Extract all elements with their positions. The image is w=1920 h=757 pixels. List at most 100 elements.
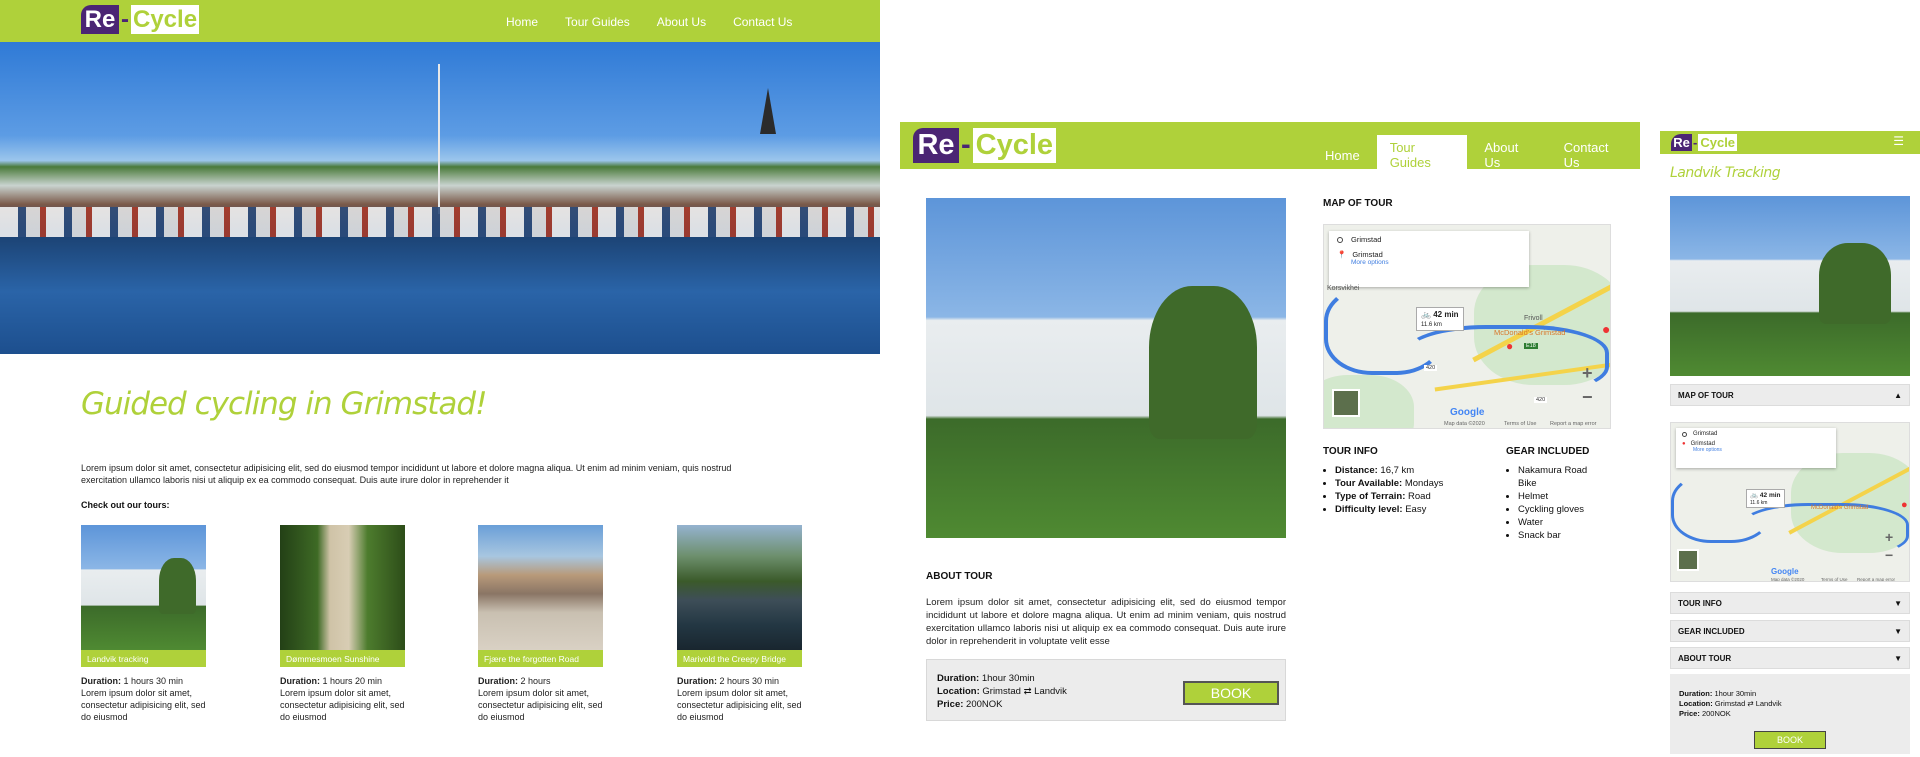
nav-menu: Home Tour Guides About Us Contact Us xyxy=(1312,135,1640,175)
logo-dash: - xyxy=(1693,134,1698,150)
more-options-link[interactable]: More options xyxy=(1351,259,1521,266)
logo-re: Re xyxy=(913,128,959,163)
tour-info-heading: TOUR INFO xyxy=(1323,446,1378,457)
mobile-nav: Re - Cycle ☰ xyxy=(1660,131,1920,154)
satellite-toggle[interactable] xyxy=(1332,389,1360,417)
tour-image[interactable] xyxy=(677,525,802,650)
tour-summary: Duration: 1 hours 30 min Lorem ipsum dol… xyxy=(81,675,206,723)
tour-image[interactable] xyxy=(280,525,405,650)
nav-contact-us[interactable]: Contact Us xyxy=(733,15,792,29)
tour-card[interactable]: Dømmesmoen Sunshine Duration: 1 hours 20… xyxy=(280,525,405,723)
tour-card[interactable]: Landvik tracking Duration: 1 hours 30 mi… xyxy=(81,525,206,723)
accordion-label: GEAR INCLUDED xyxy=(1678,627,1745,636)
tour-card[interactable]: Fjære the forgotten Road Duration: 2 hou… xyxy=(478,525,603,723)
page-title: Guided cycling in Grimstad! xyxy=(81,386,488,422)
tour-desc: Lorem ipsum dolor sit amet, consectetur … xyxy=(280,688,405,722)
terms-link[interactable]: Terms of Use xyxy=(1504,421,1536,427)
nav-home[interactable]: Home xyxy=(1312,143,1373,168)
chevron-down-icon: ▼ xyxy=(1894,599,1902,608)
report-link[interactable]: Report a map error xyxy=(1550,421,1596,427)
zoom-out-button[interactable]: − xyxy=(1885,547,1893,563)
bike-icon: 🚲 xyxy=(1421,310,1431,319)
logo[interactable]: Re - Cycle xyxy=(81,5,200,34)
accordion-gear-included[interactable]: GEAR INCLUDED ▼ xyxy=(1670,620,1910,642)
nav-tour-guides[interactable]: Tour Guides xyxy=(1376,135,1468,175)
report-link[interactable]: Report a map error xyxy=(1857,577,1895,581)
zoom-out-button[interactable]: − xyxy=(1582,387,1593,408)
gear-item: Water xyxy=(1518,516,1606,529)
tour-title[interactable]: Fjære the forgotten Road xyxy=(478,650,603,667)
info-value: Easy xyxy=(1405,504,1427,515)
tour-duration: 1 hours 20 min xyxy=(322,676,383,686)
zoom-in-button[interactable]: + xyxy=(1582,363,1593,384)
tour-title[interactable]: Dømmesmoen Sunshine xyxy=(280,650,405,667)
mobile-map[interactable]: Grimstad ● Grimstad More options 🚲 42 min… xyxy=(1670,422,1910,582)
nav-contact-us[interactable]: Contact Us xyxy=(1551,135,1636,175)
tour-summary: Duration: 1 hours 20 min Lorem ipsum dol… xyxy=(280,675,405,723)
map-route xyxy=(1741,503,1909,558)
directions-box[interactable]: Grimstad ● Grimstad More options xyxy=(1676,428,1836,468)
about-heading: ABOUT TOUR xyxy=(926,571,993,582)
price-value: 200NOK xyxy=(1701,709,1731,718)
tour-desc: Lorem ipsum dolor sit amet, consectetur … xyxy=(81,688,206,722)
terms-link[interactable]: Terms of Use xyxy=(1821,577,1848,581)
tours-label: Check out our tours: xyxy=(81,500,170,510)
logo-re: Re xyxy=(81,5,119,34)
info-value: Mondays xyxy=(1404,478,1444,489)
booking-box: Duration: 1hour 30min Location: Grimstad… xyxy=(926,659,1286,721)
accordion-label: ABOUT TOUR xyxy=(1678,654,1732,663)
accordion-tour-info[interactable]: TOUR INFO ▼ xyxy=(1670,592,1910,614)
info-item: Type of Terrain: Road xyxy=(1335,490,1483,503)
zoom-in-button[interactable]: + xyxy=(1885,529,1893,545)
info-label: Type of Terrain: xyxy=(1335,491,1406,502)
more-options-link[interactable]: More options xyxy=(1693,447,1830,453)
destination-row[interactable]: 📍 Grimstad xyxy=(1337,250,1521,259)
mobile-title: Landvik Tracking xyxy=(1670,165,1781,181)
pin-icon: 📍 xyxy=(1337,250,1347,259)
info-label: Difficulty level: xyxy=(1335,504,1403,515)
tour-image[interactable] xyxy=(478,525,603,650)
origin-row[interactable]: Grimstad xyxy=(1682,431,1830,437)
gear-item: Nakamura Road Bike xyxy=(1518,464,1606,490)
logo[interactable]: Re - Cycle xyxy=(1671,133,1738,151)
google-logo: Google xyxy=(1450,407,1485,418)
price-label: Price: xyxy=(1679,709,1700,718)
duration-label: Duration: xyxy=(478,676,518,686)
tour-title[interactable]: Marivold the Creepy Bridge xyxy=(677,650,802,667)
tour-duration: 2 hours xyxy=(520,676,551,686)
top-nav: Re - Cycle Home Tour Guides About Us Con… xyxy=(900,122,1640,175)
tour-summary: Duration: 2 hours 30 min Lorem ipsum dol… xyxy=(677,675,802,723)
book-button[interactable]: BOOK xyxy=(1183,681,1279,705)
logo-dash: - xyxy=(121,5,129,33)
tour-title[interactable]: Landvik tracking xyxy=(81,650,206,667)
nav-about-us[interactable]: About Us xyxy=(657,15,706,29)
logo[interactable]: Re - Cycle xyxy=(913,128,1057,163)
nav-about-us[interactable]: About Us xyxy=(1471,135,1546,175)
tour-desc: Lorem ipsum dolor sit amet, consectetur … xyxy=(677,688,802,722)
tour-image[interactable] xyxy=(81,525,206,650)
accordion-about-tour[interactable]: ABOUT TOUR ▼ xyxy=(1670,647,1910,669)
info-item: Difficulty level: Easy xyxy=(1335,503,1483,516)
duration-label: Duration: xyxy=(677,676,717,686)
directions-box[interactable]: Grimstad 📍 Grimstad More options xyxy=(1329,231,1529,287)
accordion-map-of-tour[interactable]: MAP OF TOUR ▲ xyxy=(1670,384,1910,406)
hero-mast xyxy=(438,64,440,214)
nav-home[interactable]: Home xyxy=(506,15,538,29)
about-text: Lorem ipsum dolor sit amet, consectetur … xyxy=(926,597,1286,647)
bike-icon: 🚲 xyxy=(1750,492,1759,499)
hero-image xyxy=(0,42,880,354)
hamburger-menu-icon[interactable]: ☰ xyxy=(1893,134,1904,148)
origin-row[interactable]: Grimstad xyxy=(1337,235,1521,244)
book-button[interactable]: BOOK xyxy=(1754,731,1826,749)
tour-card[interactable]: Marivold the Creepy Bridge Duration: 2 h… xyxy=(677,525,802,723)
route-time-box: 🚲 42 min 11.6 km xyxy=(1746,489,1785,508)
tour-page: Re - Cycle Home Tour Guides About Us Con… xyxy=(900,122,1640,722)
chevron-down-icon: ▼ xyxy=(1894,654,1902,663)
location-value: Grimstad ⇄ Landvik xyxy=(982,686,1067,697)
accordion-label: TOUR INFO xyxy=(1678,599,1722,608)
destination-pin-icon: ● xyxy=(1602,321,1611,337)
nav-tour-guides[interactable]: Tour Guides xyxy=(565,15,630,29)
logo-dash: - xyxy=(961,129,971,161)
satellite-toggle[interactable] xyxy=(1677,549,1699,571)
tour-map[interactable]: Grimstad 📍 Grimstad More options Korsvikh… xyxy=(1323,224,1611,429)
